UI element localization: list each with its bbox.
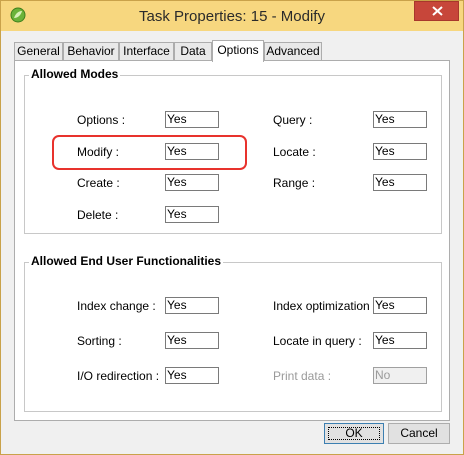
index-optimization-field[interactable]: Yes	[373, 297, 427, 314]
modify-label: Modify :	[77, 145, 120, 159]
query-field[interactable]: Yes	[373, 111, 427, 128]
end-user-group: Allowed End User Functionalities Index c…	[24, 254, 442, 412]
focus-rect	[328, 427, 380, 440]
range-label: Range :	[273, 176, 316, 190]
allowed-modes-group: Allowed Modes Options : Yes Query : Yes …	[24, 67, 442, 234]
io-redirection-field[interactable]: Yes	[165, 367, 219, 384]
options-tab-pane: Allowed Modes Options : Yes Query : Yes …	[14, 60, 450, 421]
print-data-label: Print data :	[273, 369, 332, 383]
create-label: Create :	[77, 176, 120, 190]
tab-options[interactable]: Options	[212, 40, 264, 62]
task-properties-window: Task Properties: 15 - Modify General Beh…	[0, 0, 464, 455]
sorting-field[interactable]: Yes	[165, 332, 219, 349]
tab-general[interactable]: General	[14, 42, 63, 60]
close-button[interactable]	[414, 1, 459, 21]
tab-advanced[interactable]: Advanced	[264, 42, 322, 60]
allowed-modes-title: Allowed Modes	[29, 67, 121, 81]
index-optimization-label: Index optimization :	[273, 299, 377, 313]
delete-label: Delete :	[77, 208, 119, 222]
dialog-client: General Behavior Interface Data Options …	[8, 31, 456, 447]
tab-data[interactable]: Data	[174, 42, 212, 60]
title-bar[interactable]: Task Properties: 15 - Modify	[1, 1, 463, 31]
range-field[interactable]: Yes	[373, 174, 427, 191]
tab-behavior[interactable]: Behavior	[63, 42, 119, 60]
sorting-label: Sorting :	[77, 334, 122, 348]
options-field[interactable]: Yes	[165, 111, 219, 128]
locate-label: Locate :	[273, 145, 316, 159]
modify-field[interactable]: Yes	[165, 143, 219, 160]
cancel-label: Cancel	[400, 426, 438, 440]
index-change-field[interactable]: Yes	[165, 297, 219, 314]
tab-interface[interactable]: Interface	[119, 42, 174, 60]
delete-field[interactable]: Yes	[165, 206, 219, 223]
create-field[interactable]: Yes	[165, 174, 219, 191]
locate-in-query-field[interactable]: Yes	[373, 332, 427, 349]
window-title: Task Properties: 15 - Modify	[139, 8, 325, 25]
index-change-label: Index change :	[77, 299, 156, 313]
io-redirection-label: I/O redirection :	[77, 369, 160, 383]
locate-field[interactable]: Yes	[373, 143, 427, 160]
ok-button[interactable]: OK	[324, 423, 384, 444]
print-data-field: No	[373, 367, 427, 384]
locate-in-query-label: Locate in query :	[273, 334, 362, 348]
query-label: Query :	[273, 113, 313, 127]
cancel-button[interactable]: Cancel	[388, 423, 450, 444]
close-icon	[432, 6, 443, 16]
end-user-title: Allowed End User Functionalities	[29, 254, 224, 268]
options-label: Options :	[77, 113, 126, 127]
